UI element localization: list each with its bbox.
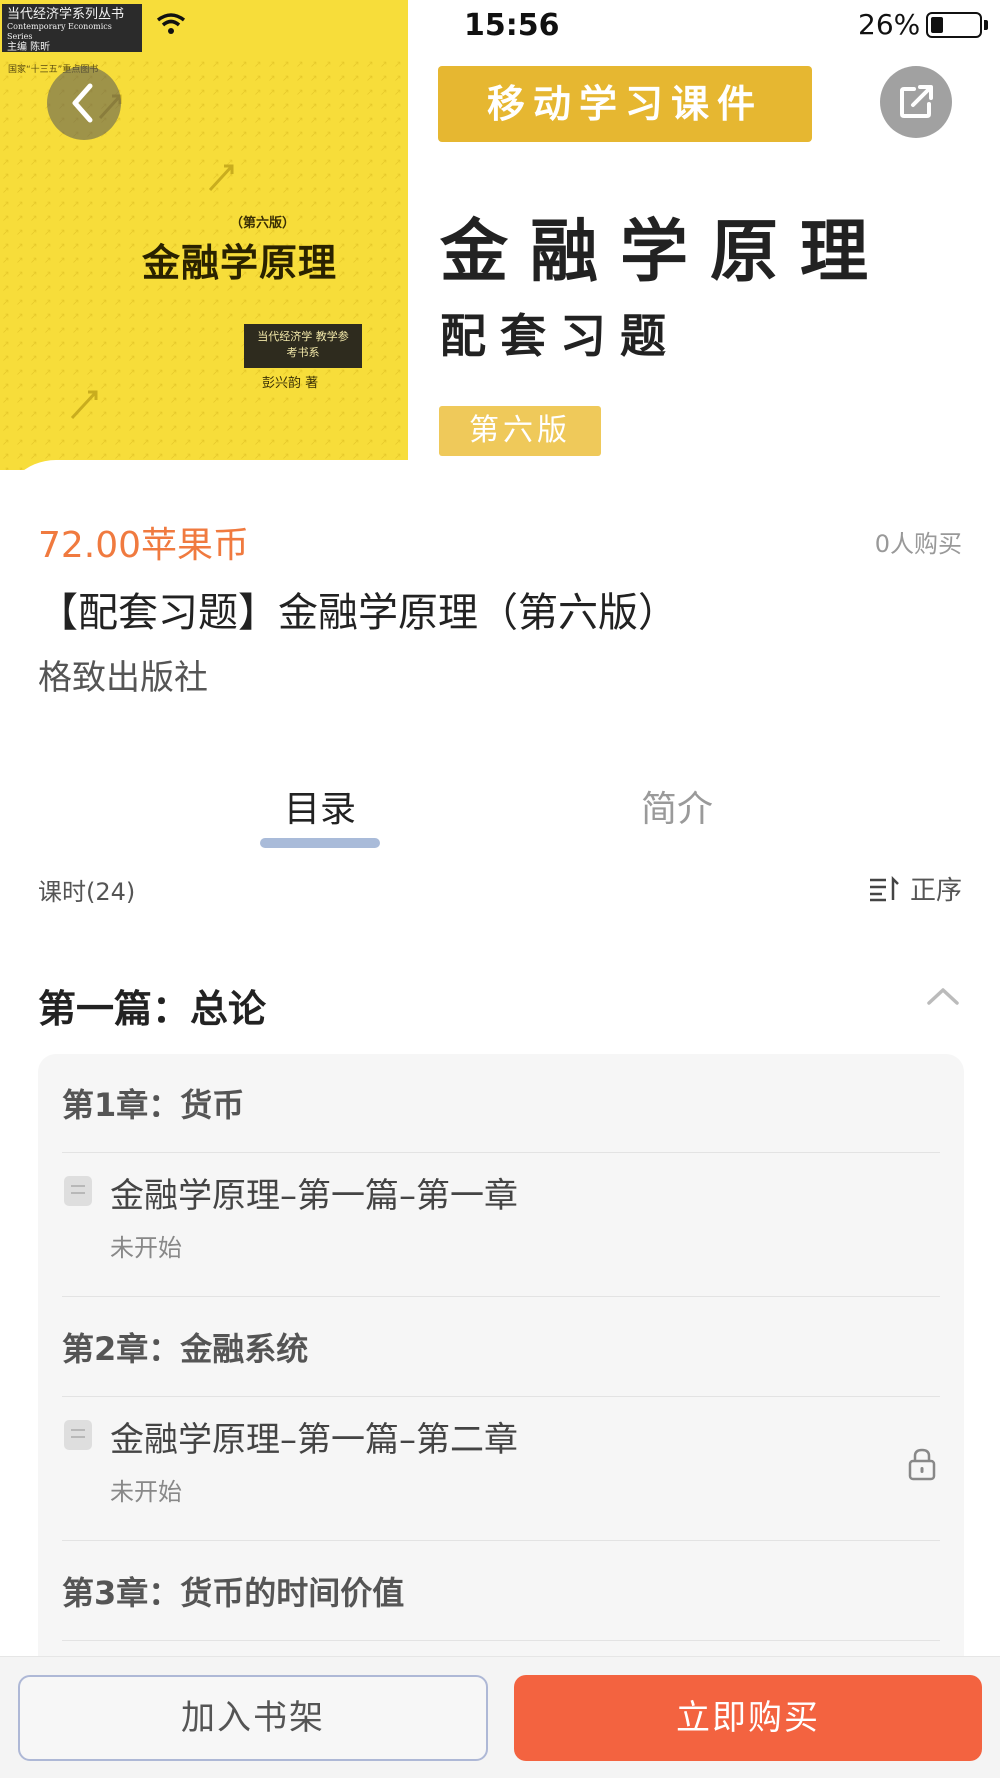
chapter-heading[interactable]: 第1章：货币 — [62, 1080, 244, 1126]
divider — [62, 1152, 940, 1153]
hero-title: 金融学原理 — [440, 213, 891, 292]
share-icon — [900, 85, 933, 118]
cover-series-text: 当代经济学系列丛书 — [7, 7, 125, 22]
divider — [62, 1296, 940, 1297]
lock-icon — [908, 1448, 936, 1481]
cover-editor: 主编 陈昕 — [7, 42, 51, 53]
cover-edition: （第六版） — [230, 216, 296, 231]
publisher: 格致出版社 — [38, 658, 208, 698]
back-icon — [72, 83, 93, 123]
sort-order-button[interactable]: 正序 — [868, 870, 962, 907]
add-to-shelf-button[interactable]: 加入书架 — [18, 1675, 488, 1761]
battery-percent: 26% — [858, 8, 921, 41]
divider — [62, 1640, 940, 1641]
tab-intro[interactable]: 简介 — [641, 780, 713, 832]
lesson-title[interactable]: 金融学原理–第一篇–第一章 — [110, 1168, 518, 1217]
bottom-action-bar: 加入书架 立即购买 — [0, 1656, 1000, 1778]
cover-title: 金融学原理 — [142, 241, 338, 285]
product-info-panel: 72.00苹果币 0人购买 【配套习题】金融学原理（第六版） 格致出版社 目录 … — [0, 460, 1000, 1674]
edition-badge: 第六版 — [439, 406, 601, 456]
chapter-heading[interactable]: 第2章：金融系统 — [62, 1324, 308, 1370]
tab-active-indicator — [260, 838, 380, 848]
battery-icon — [926, 12, 982, 38]
book-title: 【配套习题】金融学原理（第六版） — [38, 590, 678, 636]
lesson-status: 未开始 — [110, 1234, 182, 1262]
sort-order-label: 正序 — [909, 876, 962, 906]
cover-subtitle: 当代经济学 教学参考书系 — [244, 324, 362, 368]
lesson-count: 课时(24) — [38, 878, 136, 906]
sort-icon — [869, 875, 899, 901]
back-button[interactable] — [47, 66, 121, 140]
chevron-up-icon[interactable] — [926, 986, 960, 1006]
cover-author: 彭兴韵 著 — [262, 376, 319, 391]
price: 72.00苹果币 — [38, 525, 250, 566]
lesson-title[interactable]: 金融学原理–第一篇–第二章 — [110, 1412, 518, 1461]
part-title: 第一篇：总论 — [38, 987, 267, 1031]
buyer-count: 0人购买 — [874, 530, 962, 558]
buy-now-button[interactable]: 立即购买 — [514, 1675, 982, 1761]
wifi-icon — [156, 13, 186, 34]
lesson-status: 未开始 — [110, 1478, 182, 1506]
share-button[interactable] — [880, 66, 952, 138]
status-time: 15:56 — [464, 8, 560, 43]
document-icon — [64, 1176, 92, 1206]
chapter-list: 第1章：货币 金融学原理–第一篇–第一章 未开始 第2章：金融系统 金融学原理–… — [38, 1054, 964, 1674]
divider — [62, 1396, 940, 1397]
divider — [62, 1540, 940, 1541]
course-banner: ↗ 当代经济学系列丛书 Contemporary Economics Serie… — [0, 0, 1000, 520]
cover-series: 当代经济学系列丛书 Contemporary Economics Series … — [2, 4, 142, 53]
document-icon — [64, 1420, 92, 1450]
tab-catalog[interactable]: 目录 — [284, 780, 356, 832]
chapter-heading[interactable]: 第3章：货币的时间价值 — [62, 1568, 404, 1614]
course-type-badge: 移动学习课件 — [438, 66, 812, 142]
hero-subtitle: 配套习题 — [440, 309, 680, 363]
battery-tip — [984, 20, 988, 30]
cover-series-en: Contemporary Economics Series — [7, 22, 112, 41]
